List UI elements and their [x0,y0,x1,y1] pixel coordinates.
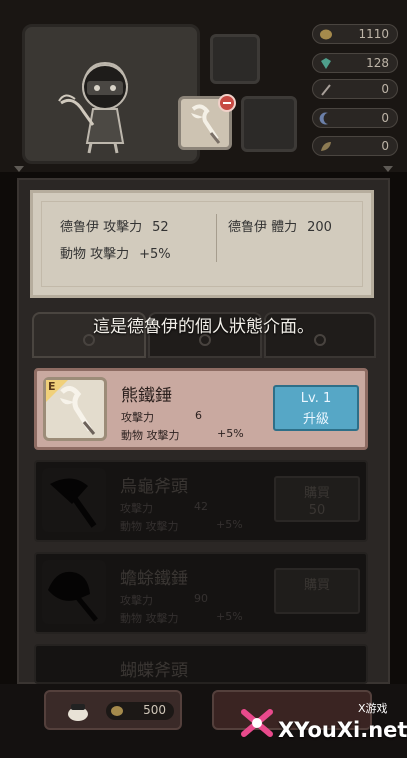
weapon-stat-label: 攻擊力 [121,411,154,424]
resource-value: 0 [381,82,389,96]
resource-value: 0 [381,111,389,125]
leaf-icon [321,142,331,151]
resource-value: 1110 [358,27,389,41]
resource-value: 0 [381,139,389,153]
stat-label: 德鲁伊 攻擊力 [60,220,143,235]
turtle-axe-icon [50,478,97,528]
stat-label: 動物 攻擊力 [60,247,130,262]
resource-moon: 0 [312,108,398,128]
weapon-icon-frame: E [43,377,107,441]
watermark-brand: XYouXi.net [278,718,407,742]
level-text: Lv. 1 [300,391,332,406]
moon-icon [319,112,328,125]
resource-gem: 128 [312,53,398,73]
gold-coin-icon [320,29,332,40]
buy-button[interactable]: 購買 50 [274,476,360,522]
equip-slot-empty[interactable] [210,34,260,84]
weapon-item-selected[interactable]: E 熊鐵錘 攻擊力 6 動物 攻擊力 +5% Lv. 1 升級 [34,368,368,450]
stats-divider [216,214,217,262]
weapon-attack-row: 攻擊力 90 [120,592,208,608]
stats-inner: 德鲁伊 攻擊力 52 動物 攻擊力 +5% 德鲁伊 體力 200 [41,201,363,287]
druid-hp-stat: 德鲁伊 體力 200 [228,216,332,235]
watermark-tag: X游戏 [358,702,388,715]
buy-label: 購買 [303,486,330,501]
weapon-attack-row: 攻擊力 42 [120,500,208,516]
coin-value: 500 [143,703,166,717]
weapon-icon-frame [42,560,106,624]
resource-gold: 1110 [312,24,398,44]
watermark: X游戏 XYouXi.net [232,696,407,758]
weapon-animal-row: 動物 攻擊力 +5% [120,518,243,534]
bag-button[interactable]: 500 [44,690,182,730]
buy-button[interactable]: 購買 [274,568,360,614]
animal-attack-stat: 動物 攻擊力 +5% [60,243,171,262]
weapon-stat-label: 動物 攻擊力 [120,520,179,533]
stat-value: 200 [307,220,332,235]
weapon-stat-label: 攻擊力 [120,594,153,607]
weapon-stat-label: 動物 攻擊力 [120,612,179,625]
resource-leaf: 0 [312,136,398,156]
weapon-item-locked[interactable]: 烏龜斧頭 攻擊力 42 動物 攻擊力 +5% 購買 50 [34,460,368,542]
weapon-item-locked[interactable]: 蟾蜍鐵錘 攻擊力 90 動物 攻擊力 +5% 購買 [34,552,368,634]
weapon-attack-row: 攻擊力 6 [121,409,202,425]
unequip-button[interactable] [218,94,236,112]
weapon-stat-value: +5% [217,427,244,440]
panel-corner-left [14,166,24,172]
character-portrait [22,24,200,164]
weapon-stat-value: 6 [195,409,202,422]
weapon-name: 烏龜斧頭 [120,477,188,497]
weapon-animal-row: 動物 攻擊力 +5% [121,427,244,443]
weapon-name: 蝴蝶斧頭 [120,661,188,681]
feather-icon [321,84,331,96]
resource-value: 128 [366,56,389,70]
gamepad-logo-icon [241,709,273,737]
equip-slot-empty-2[interactable] [241,96,297,152]
resource-feather: 0 [312,79,398,99]
pot-icon [68,704,88,721]
weapon-stat-label: 攻擊力 [120,502,153,515]
toad-hammer-icon [48,571,98,622]
weapon-name: 熊鐵錘 [121,386,172,406]
weapon-item-locked[interactable]: 蝴蝶斧頭 [34,644,368,684]
weapon-stat-value: 42 [194,500,208,513]
stat-value: 52 [152,220,169,235]
gem-icon [321,58,331,69]
gold-coin-icon [111,706,123,716]
tutorial-hint: 這是德魯伊的個人狀態介面。 [93,317,314,337]
stat-label: 德鲁伊 體力 [228,220,298,235]
buy-label: 購買 [303,578,330,593]
coin-counter: 500 [106,702,174,720]
stats-box: 德鲁伊 攻擊力 52 動物 攻擊力 +5% 德鲁伊 體力 200 [30,190,374,298]
weapon-name: 蟾蜍鐵錘 [120,569,188,589]
buy-price: 50 [308,503,326,518]
weapon-icon-frame [42,468,106,532]
druid-character-icon [58,61,128,154]
stat-value: +5% [139,247,171,262]
weapon-stat-value: +5% [216,518,243,531]
weapon-stat-value: +5% [216,610,243,623]
panel-corner-right [383,166,393,172]
weapon-stat-label: 動物 攻擊力 [121,429,180,442]
weapon-stat-value: 90 [194,592,208,605]
weapon-animal-row: 動物 攻擊力 +5% [120,610,243,626]
druid-attack-stat: 德鲁伊 攻擊力 52 [60,216,169,235]
upgrade-label: 升級 [302,412,329,427]
upgrade-button[interactable]: Lv. 1 升級 [273,385,359,431]
rank-letter: E [48,380,56,393]
